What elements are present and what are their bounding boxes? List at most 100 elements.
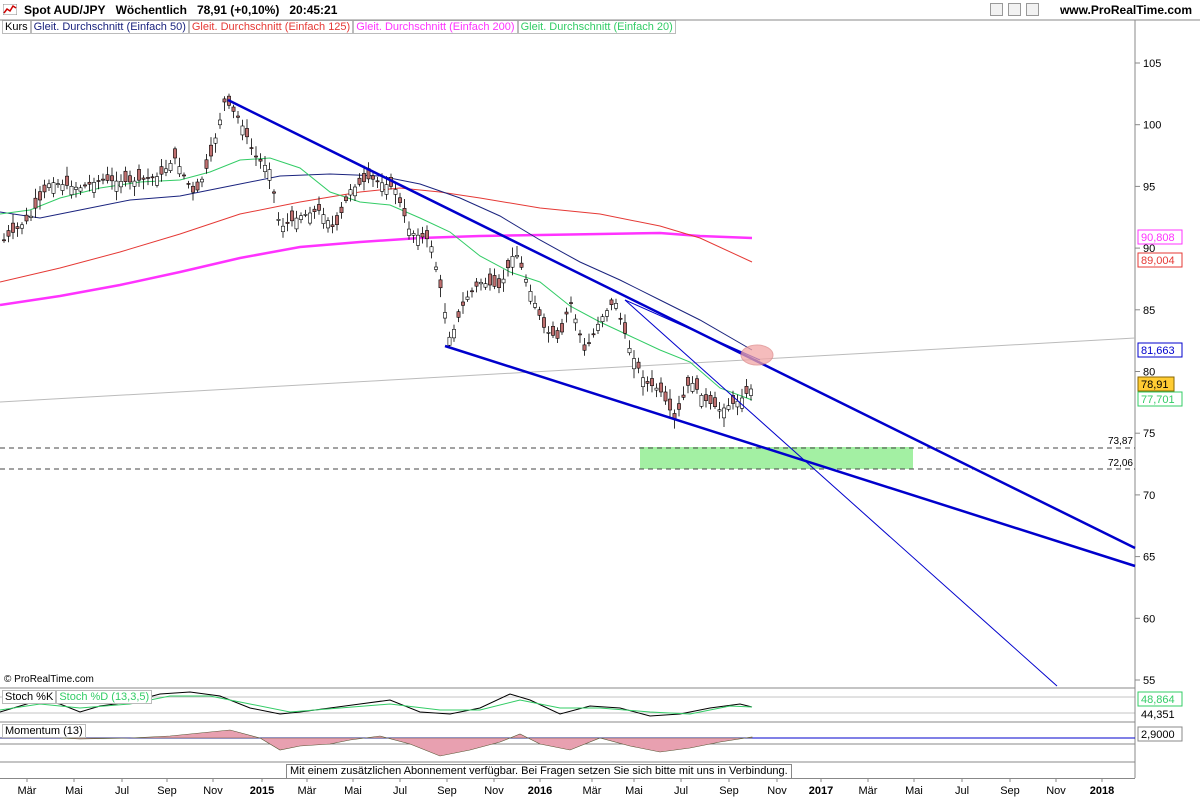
candle-body (519, 262, 524, 268)
candle-body (240, 125, 245, 136)
candle-body (744, 386, 749, 394)
candle-body (699, 395, 704, 407)
candle-body (317, 204, 321, 211)
candle-body (591, 333, 596, 336)
gray-trendline (0, 337, 1136, 403)
candle-body (146, 177, 150, 179)
candle-body (150, 176, 155, 179)
time-tick-label: Sep (157, 785, 177, 797)
candle-body (690, 383, 695, 392)
candle-body (726, 405, 731, 410)
momentum-label[interactable]: Momentum (13) (2, 724, 86, 738)
time-tick-label: Jul (115, 785, 129, 797)
candle-body (20, 224, 24, 229)
candle-body (465, 296, 470, 300)
time-tick-label: Nov (484, 785, 504, 797)
candle-body (447, 336, 452, 346)
subscription-notice[interactable]: Mit einem zusätzlichen Abonnement verfüg… (286, 764, 792, 779)
candle-body (551, 325, 555, 336)
time-tick-label: Mär (18, 785, 37, 797)
candle-body (348, 189, 353, 196)
candle-body (231, 106, 236, 112)
candle-body (443, 312, 447, 319)
time-tick-label: Sep (437, 785, 457, 797)
price-tick-label: 55 (1143, 675, 1155, 687)
candle-body (191, 185, 195, 193)
upper-trendline[interactable] (227, 98, 1136, 550)
candle-body (434, 266, 438, 270)
thin-trendline[interactable] (624, 299, 1058, 687)
candle-body (708, 394, 713, 404)
candle-body (101, 178, 105, 181)
lower-trendline[interactable] (444, 344, 1136, 568)
time-tick-label: Sep (719, 785, 739, 797)
candle-body (528, 291, 533, 302)
candle-body (290, 210, 294, 222)
price-tick-label: 65 (1143, 552, 1155, 564)
candle-body (582, 344, 587, 351)
candle-body (33, 197, 38, 209)
candle-body (542, 317, 546, 328)
candle-body (515, 255, 519, 258)
candle-body (546, 332, 551, 334)
price-axis: 105100959085807570656055 (1135, 58, 1161, 687)
candle-body (51, 182, 56, 194)
candle-body (335, 215, 339, 225)
candle-body (299, 215, 303, 220)
time-tick-label: Jul (674, 785, 688, 797)
candle-body (713, 397, 717, 407)
time-tick-label: Mär (859, 785, 878, 797)
candle-body (65, 175, 69, 186)
candle-body (375, 180, 380, 183)
candle-body (636, 361, 641, 369)
candle-body (15, 226, 20, 229)
candle-body (416, 234, 420, 246)
candle-body (254, 155, 258, 158)
price-tick-label: 100 (1143, 120, 1161, 132)
candle-body (177, 166, 182, 175)
candle-body (560, 323, 564, 333)
badge-trendline: 81,663 (1141, 345, 1175, 357)
candle-body (105, 174, 110, 181)
time-tick-label: Jul (393, 785, 407, 797)
candle-body (173, 148, 177, 159)
candle-body (384, 184, 389, 195)
candle-body (533, 303, 537, 308)
candle-body (668, 398, 672, 411)
candle-body (326, 220, 330, 229)
bottom-border (0, 778, 1135, 779)
stoch-k-label[interactable]: Stoch %K (2, 690, 57, 704)
stoch-d-label[interactable]: Stoch %D (13,3,5) (56, 690, 153, 704)
candle-body (78, 187, 83, 192)
candle-body (339, 206, 344, 213)
candle-body (128, 175, 132, 183)
candle-body (681, 394, 686, 398)
candle-body (506, 260, 510, 269)
candle-body (474, 281, 479, 287)
candle-body (272, 191, 276, 194)
candle-body (596, 323, 600, 331)
candle-body (420, 233, 425, 238)
candle-body (195, 181, 200, 191)
badge-momentum: 2,9000 (1141, 729, 1175, 741)
candle-body (218, 119, 222, 126)
price-tick-label: 75 (1143, 428, 1155, 440)
candle-body (6, 230, 11, 237)
time-tick-label: Jul (955, 785, 969, 797)
candle-body (96, 180, 101, 182)
badge-ma20: 77,701 (1141, 394, 1175, 406)
badge-stoch-k: 44,351 (1141, 709, 1175, 721)
candle-body (452, 329, 456, 339)
candle-body (182, 174, 186, 177)
time-tick-label: Sep (1000, 785, 1020, 797)
candle-body (303, 214, 308, 216)
candle-body (159, 166, 164, 175)
candle-body (56, 183, 60, 185)
candle-body (114, 180, 119, 192)
candle-body (357, 177, 362, 185)
momentum-legend: Momentum (13) (2, 724, 86, 738)
candle-body (222, 98, 227, 103)
candle-body (393, 189, 398, 195)
candle-body (479, 281, 483, 285)
price-chart[interactable]: 105100959085807570656055 Mär Mai Jul Sep Nov… (0, 0, 1200, 800)
